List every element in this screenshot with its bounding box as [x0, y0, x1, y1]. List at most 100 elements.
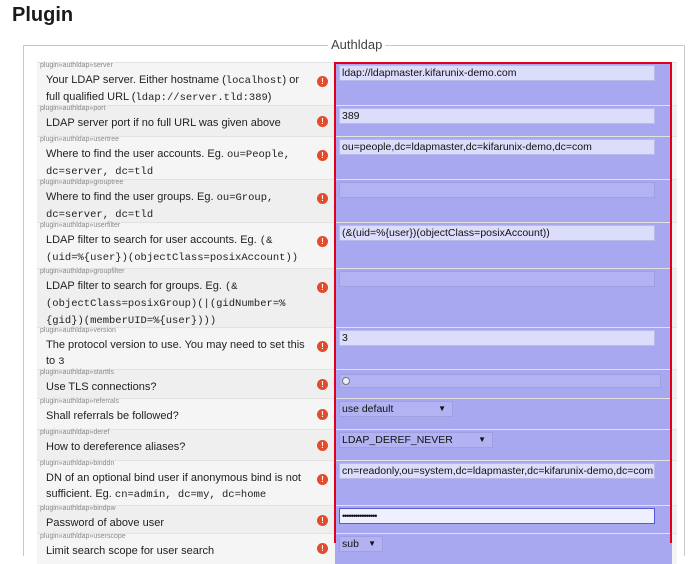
dropdown-arrow-icon: ▼ — [478, 435, 486, 444]
description-text: cn=admin, dc=my, dc=home — [114, 489, 267, 501]
setting-key: plugin»authldap»grouptree — [40, 179, 124, 186]
setting-description: Where to find the user accounts. Eg. ou=… — [46, 146, 306, 180]
fieldset-legend: Authldap — [328, 37, 386, 52]
warning-circle-icon: ! — [317, 150, 328, 161]
setting-value-cell — [335, 269, 672, 327]
setting-value-cell: ou=people,dc=ldapmaster,dc=kifarunix-dem… — [335, 137, 672, 179]
warning-circle-icon: ! — [317, 236, 328, 247]
setting-key: plugin»authldap»server — [40, 62, 113, 69]
select-value: LDAP_DEREF_NEVER — [342, 434, 453, 446]
setting-key: plugin»authldap»binddn — [40, 460, 115, 467]
setting-description: Shall referrals be followed? — [46, 408, 306, 424]
description-text: LDAP server port if no full URL was give… — [46, 117, 281, 129]
select-value: use default — [342, 403, 394, 415]
setting-key: plugin»authldap»bindpw — [40, 505, 116, 512]
setting-label-cell: plugin»authldap»groupfilter LDAP filter t… — [37, 268, 334, 329]
warning-circle-icon: ! — [317, 474, 328, 485]
dropdown-arrow-icon: ▼ — [368, 539, 376, 548]
description-text: ldap://server.tld:389 — [135, 92, 268, 104]
text-input[interactable]: (&(uid=%{user})(objectClass=posixAccount… — [339, 225, 655, 241]
warning-circle-icon: ! — [317, 440, 328, 451]
setting-description: How to dereference aliases? — [46, 439, 306, 455]
setting-label-cell: plugin»authldap»userfilter LDAP filter to… — [37, 222, 334, 268]
select-value: sub — [342, 538, 359, 550]
setting-row: plugin»authldap»groupfilter LDAP filter t… — [37, 268, 677, 327]
warning-circle-icon: ! — [317, 282, 328, 293]
warning-circle-icon: ! — [317, 76, 328, 87]
warning-circle-icon: ! — [317, 515, 328, 526]
password-field[interactable]: •••••••••••••••• — [339, 508, 655, 524]
setting-select[interactable]: LDAP_DEREF_NEVER ▼ — [339, 432, 493, 448]
setting-value-cell: •••••••••••••••• — [335, 506, 672, 533]
setting-select[interactable]: use default ▼ — [339, 401, 453, 417]
description-text: 3 — [58, 356, 65, 368]
setting-value-cell: ldap://ldapmaster.kifarunix-demo.com — [335, 63, 672, 105]
setting-label-cell: plugin»authldap»bindpw Password of above … — [37, 505, 334, 533]
setting-key: plugin»authldap»version — [40, 327, 116, 334]
setting-select[interactable]: sub ▼ — [339, 536, 383, 552]
description-text: Where to find the user groups. Eg. — [46, 191, 217, 203]
setting-value-cell — [335, 180, 672, 222]
text-input[interactable]: 3 — [339, 330, 655, 346]
description-text: The protocol version to use. You may nee… — [46, 339, 305, 367]
setting-label-cell: plugin»authldap»userscope Limit search sc… — [37, 533, 334, 564]
setting-description: Limit search scope for user search — [46, 543, 306, 559]
setting-row: plugin»authldap»referrals Shall referrals… — [37, 398, 677, 429]
text-input[interactable]: ldap://ldapmaster.kifarunix-demo.com — [339, 65, 655, 81]
description-text: Shall referrals be followed? — [46, 410, 179, 422]
page-title: Plugin — [12, 4, 74, 26]
description-text: Your LDAP server. Either hostname ( — [46, 74, 226, 86]
warning-circle-icon: ! — [317, 409, 328, 420]
setting-value-cell: (&(uid=%{user})(objectClass=posixAccount… — [335, 223, 672, 268]
description-text: Limit search scope for user search — [46, 545, 215, 557]
setting-row: plugin»authldap»userscope Limit search sc… — [37, 533, 677, 564]
setting-row: plugin»authldap»port LDAP server port if … — [37, 105, 677, 136]
setting-value-cell: cn=readonly,ou=system,dc=ldapmaster,dc=k… — [335, 461, 672, 505]
text-input[interactable] — [339, 182, 655, 198]
description-text: LDAP filter to search for user accounts.… — [46, 234, 260, 246]
setting-label-cell: plugin»authldap»port LDAP server port if … — [37, 105, 334, 136]
description-text: ) — [267, 91, 272, 103]
text-input[interactable]: ou=people,dc=ldapmaster,dc=kifarunix-dem… — [339, 139, 655, 155]
setting-label-cell: plugin»authldap»deref How to dereference … — [37, 429, 334, 460]
setting-description: LDAP filter to search for groups. Eg. (&… — [46, 278, 306, 329]
setting-description: LDAP filter to search for user accounts.… — [46, 232, 306, 266]
setting-row: plugin»authldap»starttls Use TLS connecti… — [37, 369, 677, 398]
setting-value-cell: sub ▼ — [335, 534, 672, 564]
setting-key: plugin»authldap»starttls — [40, 369, 114, 376]
setting-label-cell: plugin»authldap»server Your LDAP server. … — [37, 62, 334, 106]
text-input[interactable]: cn=readonly,ou=system,dc=ldapmaster,dc=k… — [339, 463, 655, 479]
setting-value-cell: use default ▼ — [335, 399, 672, 429]
setting-label-cell: plugin»authldap»binddn DN of an optional … — [37, 460, 334, 505]
description-text: How to dereference aliases? — [46, 441, 186, 453]
setting-key: plugin»authldap»port — [40, 105, 106, 112]
setting-row: plugin»authldap»bindpw Password of above … — [37, 505, 677, 533]
setting-key: plugin»authldap»userscope — [40, 533, 126, 540]
warning-circle-icon: ! — [317, 379, 328, 390]
text-input[interactable]: 389 — [339, 108, 655, 124]
setting-key: plugin»authldap»deref — [40, 429, 110, 436]
setting-key: plugin»authldap»usertree — [40, 136, 120, 143]
dropdown-arrow-icon: ▼ — [438, 404, 446, 413]
text-input[interactable] — [339, 271, 655, 287]
warning-circle-icon: ! — [317, 341, 328, 352]
checkbox-field — [339, 374, 661, 388]
setting-description: Use TLS connections? — [46, 379, 306, 395]
setting-value-cell — [335, 370, 672, 398]
setting-value-cell: 3 — [335, 328, 672, 369]
setting-label-cell: plugin»authldap»starttls Use TLS connecti… — [37, 369, 334, 398]
setting-value-cell: 389 — [335, 106, 672, 136]
warning-circle-icon: ! — [317, 193, 328, 204]
description-text: Where to find the user accounts. Eg. — [46, 148, 227, 160]
setting-key: plugin»authldap»referrals — [40, 398, 119, 405]
setting-description: LDAP server port if no full URL was give… — [46, 115, 306, 131]
setting-description: Password of above user — [46, 515, 306, 531]
setting-row: plugin»authldap»userfilter LDAP filter to… — [37, 222, 677, 268]
setting-description: Your LDAP server. Either hostname (local… — [46, 72, 306, 106]
setting-row: plugin»authldap»binddn DN of an optional … — [37, 460, 677, 505]
setting-value-cell: LDAP_DEREF_NEVER ▼ — [335, 430, 672, 460]
setting-row: plugin»authldap»version The protocol vers… — [37, 327, 677, 369]
setting-label-cell: plugin»authldap»version The protocol vers… — [37, 327, 334, 369]
setting-description: DN of an optional bind user if anonymous… — [46, 470, 306, 503]
starttls-checkbox[interactable] — [342, 377, 350, 385]
